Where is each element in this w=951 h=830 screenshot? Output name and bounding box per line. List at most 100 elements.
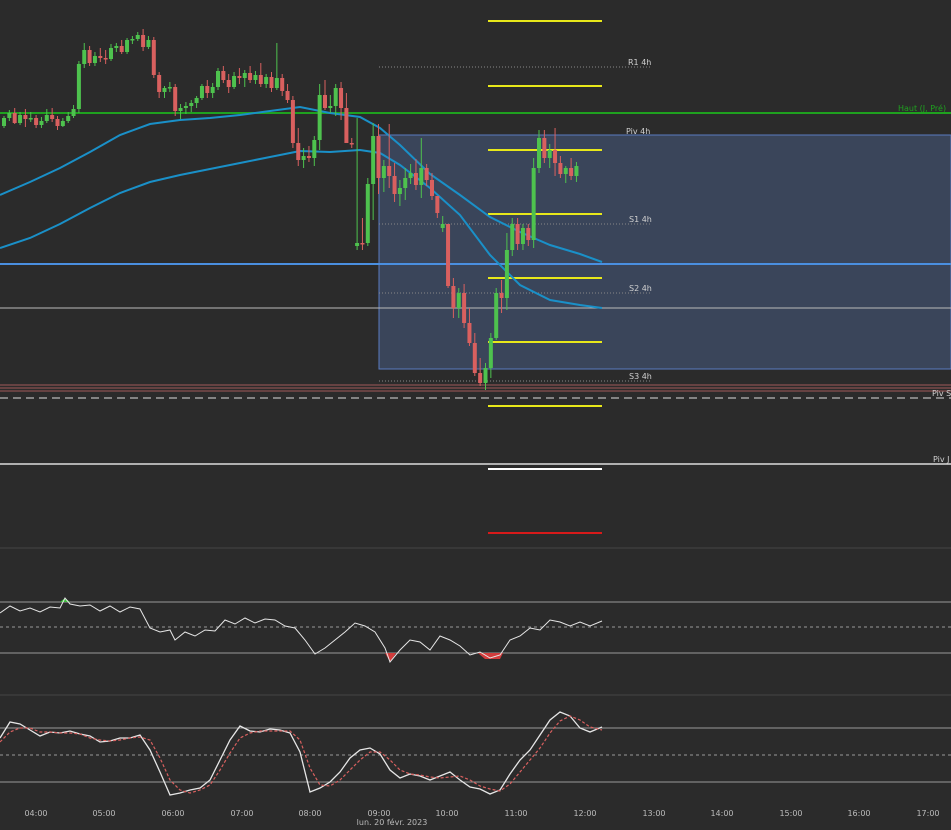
candle-body <box>488 338 493 368</box>
candle-body <box>28 118 33 120</box>
candle-body <box>397 188 402 194</box>
candle-body <box>547 150 552 158</box>
candle-body <box>301 156 306 160</box>
candle-body <box>510 224 515 250</box>
candle-body <box>71 109 76 116</box>
candle-body <box>119 46 124 52</box>
candle-body <box>371 136 376 184</box>
candle-body <box>76 64 81 109</box>
candle-body <box>125 40 130 52</box>
candle-body <box>7 113 12 118</box>
candle-body <box>520 228 525 244</box>
candle-body <box>515 224 520 244</box>
x-tick-label: 17:00 <box>916 809 939 818</box>
candle-body <box>355 243 360 246</box>
candle-body <box>494 293 499 338</box>
candle-body <box>103 58 108 60</box>
candle-body <box>328 106 333 108</box>
background <box>0 0 951 826</box>
candle-body <box>248 73 253 80</box>
candle-body <box>178 108 183 111</box>
candle-body <box>553 150 558 163</box>
candle-body <box>167 87 172 89</box>
candle-body <box>162 88 167 92</box>
candle-body <box>317 95 322 140</box>
candle-body <box>199 86 204 98</box>
label-s2: S2 4h <box>629 284 652 293</box>
label-r1: R1 4h <box>628 58 651 67</box>
candle-body <box>151 40 156 75</box>
candle-body <box>424 168 429 180</box>
candle-body <box>526 228 531 240</box>
candle-body <box>349 143 354 145</box>
candle-body <box>130 39 135 41</box>
candle-body <box>280 78 285 91</box>
candle-body <box>82 50 87 64</box>
candle-body <box>413 173 418 185</box>
candle-body <box>205 86 210 93</box>
candle-body <box>285 91 290 100</box>
candle-body <box>269 77 274 88</box>
candle-body <box>157 75 162 92</box>
chart: R1 4h Piv 4h S1 4h S2 4h S3 4h Haut (J, Pré) P… <box>0 0 951 827</box>
candle-body <box>98 56 103 58</box>
candle-body <box>462 293 467 323</box>
x-tick-label: 15:00 <box>779 809 802 818</box>
candle-body <box>232 76 237 87</box>
candle-body <box>392 176 397 194</box>
candle-body <box>563 168 568 174</box>
x-tick-label: 16:00 <box>847 809 870 818</box>
candle-body <box>210 87 215 93</box>
candle-body <box>34 118 39 125</box>
candle-body <box>569 168 574 176</box>
candle-body <box>558 163 563 174</box>
candle-body <box>478 373 483 383</box>
candle-body <box>66 116 71 121</box>
candle-body <box>531 168 536 240</box>
candle-body <box>55 119 60 126</box>
chart-canvas: R1 4h Piv 4h S1 4h S2 4h S3 4h Haut (J, Pré) P… <box>0 0 951 827</box>
label-s3: S3 4h <box>629 372 652 381</box>
x-tick-label: 12:00 <box>573 809 596 818</box>
x-tick-label: 11:00 <box>504 809 527 818</box>
candle-body <box>312 140 317 158</box>
candle-body <box>258 75 263 84</box>
candle-body <box>504 250 509 298</box>
candle-body <box>44 115 49 121</box>
candle-body <box>12 113 17 123</box>
candle-body <box>183 106 188 108</box>
candle-body <box>135 35 140 39</box>
candle-body <box>499 293 504 298</box>
candle-body <box>87 50 92 63</box>
candle-body <box>403 178 408 188</box>
x-tick-label: 08:00 <box>298 809 321 818</box>
x-tick-label: 05:00 <box>92 809 115 818</box>
candle-body <box>242 73 247 78</box>
candle-body <box>264 77 269 84</box>
candle-body <box>483 368 488 383</box>
candle-body <box>92 56 97 63</box>
x-tick-label: 09:00 <box>367 809 390 818</box>
candle-body <box>446 224 451 286</box>
candle-body <box>173 87 178 111</box>
candle-body <box>306 156 311 158</box>
candle-body <box>467 323 472 343</box>
candle-body <box>18 115 23 123</box>
label-piv-j: Piv J <box>933 455 950 464</box>
x-tick-label: 10:00 <box>435 809 458 818</box>
candle-body <box>189 103 194 106</box>
candle-body <box>114 46 119 48</box>
pivot-zone-box <box>378 134 951 370</box>
label-s1: S1 4h <box>629 215 652 224</box>
candle-body <box>237 76 242 78</box>
label-piv4: Piv 4h <box>626 127 650 136</box>
candle-body <box>2 118 6 126</box>
candle-body <box>60 121 65 126</box>
candle-body <box>451 286 456 308</box>
candle-body <box>216 71 220 87</box>
candle-body <box>365 184 370 243</box>
label-piv-s: Piv S <box>932 389 951 398</box>
candle-body <box>221 71 226 80</box>
candle-body <box>456 293 461 308</box>
candle-body <box>23 115 28 119</box>
